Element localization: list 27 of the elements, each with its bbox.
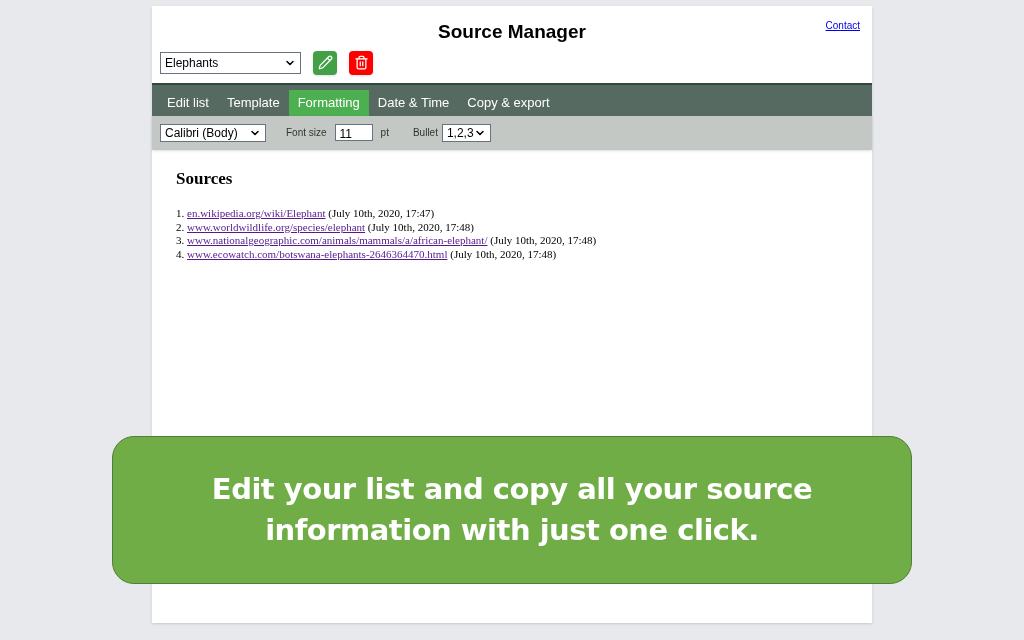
tab[interactable]: Copy & export xyxy=(458,89,559,116)
sources-heading: Sources xyxy=(176,167,234,190)
list-select[interactable]: Elephants xyxy=(160,51,301,74)
source-entry: 4. www.ecowatch.com/botswana-elephants-2646364470.html (July 10th, 2020, 17:48) xyxy=(176,247,558,261)
bullet-label: Bullet xyxy=(412,126,438,140)
source-link[interactable]: en.wikipedia.org/wiki/Elephant xyxy=(187,207,326,219)
unit-label: pt xyxy=(380,126,389,140)
edit-button[interactable] xyxy=(313,50,337,75)
font-select[interactable]: Calibri (Body) xyxy=(160,123,266,142)
contact-link[interactable]: Contact xyxy=(825,18,860,33)
font-size-field[interactable]: 11 xyxy=(334,124,373,141)
font-size-label: Font size xyxy=(286,126,327,140)
source-entry: 2. www.worldwildlife.org/species/elephant (July 10th, 2020, 17:48) xyxy=(176,220,475,234)
source-link[interactable]: www.nationalgeographic.com/animals/mammals/a/african-elephant/ xyxy=(187,234,488,246)
delete-button[interactable] xyxy=(349,50,373,75)
callout-text: Edit your list and copy all your source information with just one click. xyxy=(210,471,814,549)
source-entry: 1. en.wikipedia.org/wiki/Elephant (July 10th, 2020, 17:47) xyxy=(176,207,436,221)
pencil-icon xyxy=(317,55,333,70)
source-link[interactable]: www.worldwildlife.org/species/elephant xyxy=(187,220,366,233)
app-title: Source Manager xyxy=(438,20,586,44)
source-link[interactable]: www.ecowatch.com/botswana-elephants-2646364470.html xyxy=(187,247,448,260)
tab[interactable]: Edit list xyxy=(158,89,218,116)
tab[interactable]: Template xyxy=(217,89,289,116)
tab[interactable]: Date & Time xyxy=(368,89,459,116)
source-entry: 3. www.nationalgeographic.com/animals/mammals/a/african-elephant/ (July 10th, 2020, 17:48) xyxy=(176,234,598,248)
bullet-select[interactable]: 1,2,3 xyxy=(441,123,491,142)
trash-icon xyxy=(353,55,369,70)
